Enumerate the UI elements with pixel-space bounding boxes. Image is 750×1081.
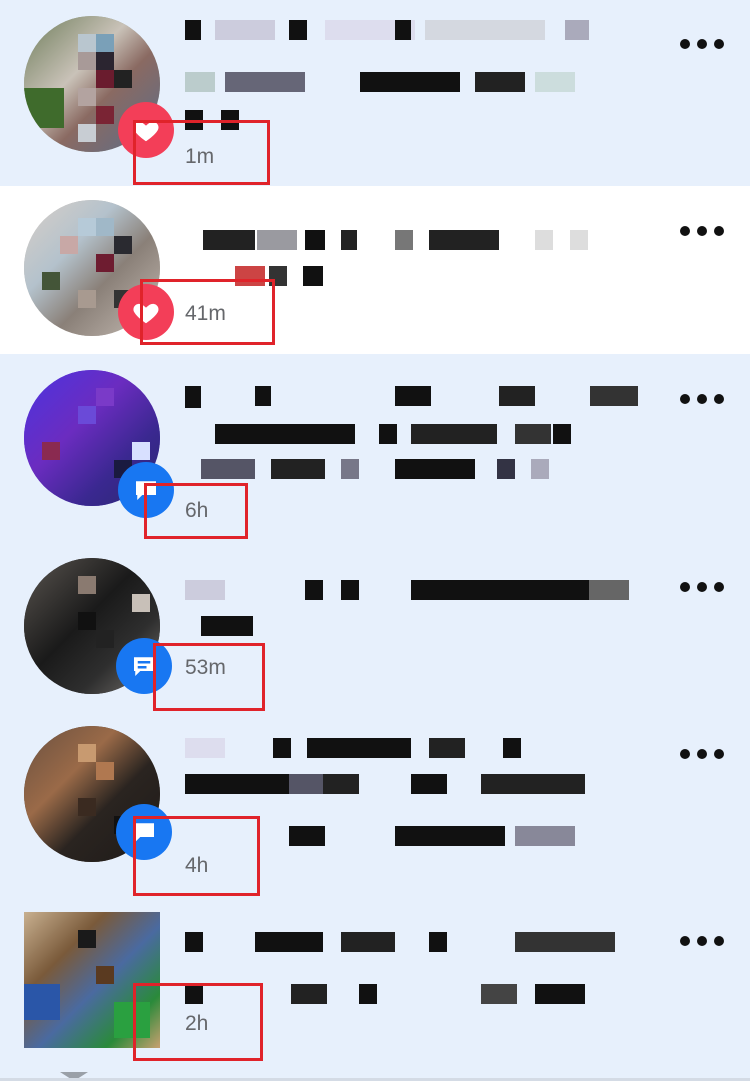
time-highlight-box [133, 983, 263, 1061]
dot-icon [714, 582, 724, 592]
dot-icon [714, 39, 724, 49]
notification-item[interactable]: 4h [0, 712, 750, 908]
more-options-button[interactable] [680, 934, 724, 948]
notification-text-redacted [185, 386, 638, 486]
dot-icon [680, 394, 690, 404]
dot-icon [714, 936, 724, 946]
time-highlight-box [133, 816, 260, 896]
more-options-button[interactable] [680, 37, 724, 51]
notification-item[interactable]: 53m [0, 544, 750, 712]
dot-icon [680, 39, 690, 49]
more-options-button[interactable] [680, 392, 724, 406]
notification-item[interactable]: 41m [0, 186, 750, 354]
notification-item[interactable]: 2h [0, 908, 750, 1078]
dot-icon [714, 394, 724, 404]
dot-icon [680, 226, 690, 236]
dot-icon [680, 749, 690, 759]
more-options-button[interactable] [680, 224, 724, 238]
dot-icon [714, 226, 724, 236]
notification-item[interactable]: 1m [0, 0, 750, 186]
dot-icon [697, 749, 707, 759]
dot-icon [697, 39, 707, 49]
dot-icon [697, 582, 707, 592]
notification-item[interactable]: 6h [0, 354, 750, 544]
time-highlight-box [153, 643, 265, 711]
dot-icon [697, 226, 707, 236]
time-highlight-box [144, 483, 248, 539]
dot-icon [680, 582, 690, 592]
time-highlight-box [140, 279, 275, 345]
dot-icon [697, 936, 707, 946]
more-options-button[interactable] [680, 580, 724, 594]
notification-text-redacted [185, 580, 635, 640]
dot-icon [697, 394, 707, 404]
time-highlight-box [133, 120, 270, 185]
more-options-button[interactable] [680, 747, 724, 761]
notification-text-redacted [185, 20, 635, 130]
dot-icon [714, 749, 724, 759]
dot-icon [680, 936, 690, 946]
